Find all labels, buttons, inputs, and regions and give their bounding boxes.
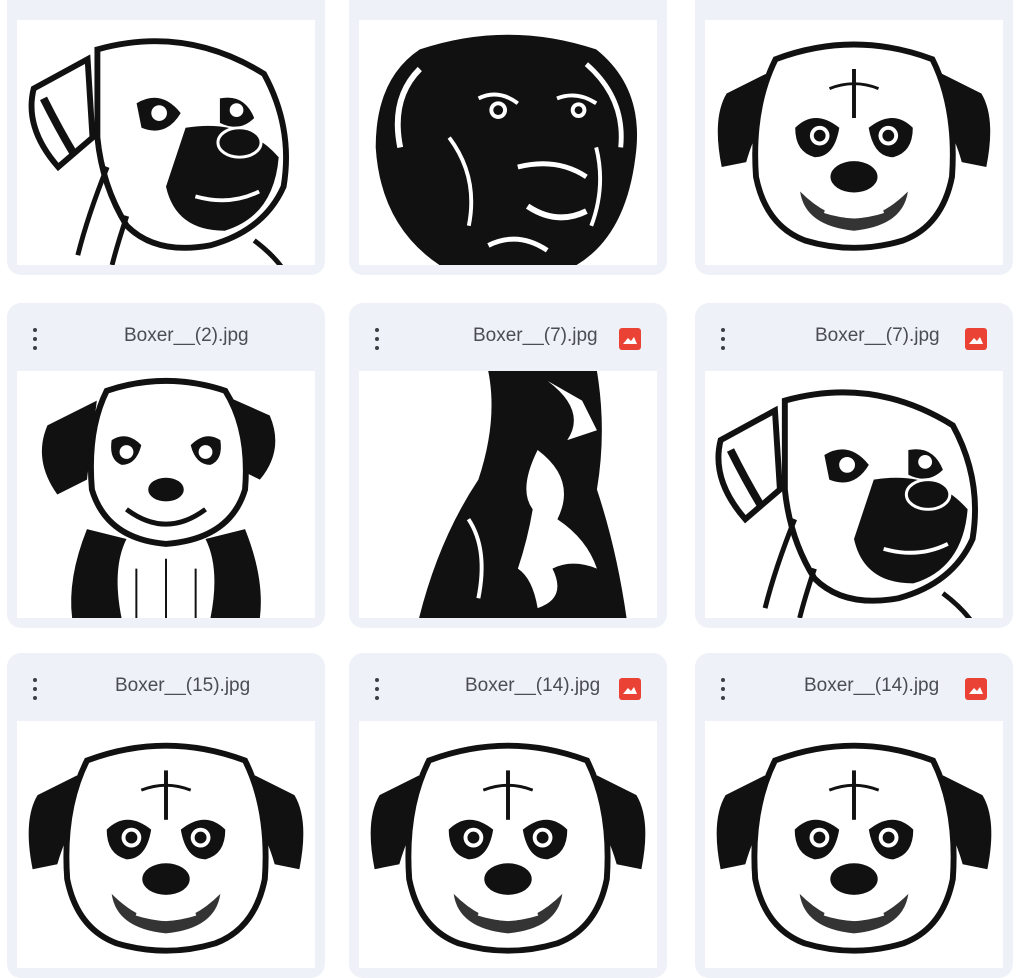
file-card[interactable]: Boxer__(2).jpg bbox=[7, 303, 325, 628]
file-card[interactable] bbox=[7, 0, 325, 275]
file-thumbnail[interactable] bbox=[17, 721, 315, 968]
boxer-image bbox=[705, 721, 1003, 968]
file-card[interactable]: Boxer__(14).jpg bbox=[349, 653, 667, 978]
image-icon bbox=[965, 328, 987, 350]
file-card[interactable]: Boxer__(7).jpg bbox=[695, 303, 1013, 628]
image-icon bbox=[619, 678, 641, 700]
file-card-header: Boxer__(14).jpg bbox=[695, 653, 1013, 721]
file-thumbnail[interactable] bbox=[705, 371, 1003, 618]
more-options-icon[interactable] bbox=[369, 678, 385, 700]
file-name[interactable]: Boxer__(15).jpg bbox=[115, 675, 250, 697]
file-name[interactable]: Boxer__(2).jpg bbox=[124, 325, 249, 347]
file-card-header: Boxer__(2).jpg bbox=[7, 303, 325, 371]
file-thumbnail[interactable] bbox=[705, 20, 1003, 265]
boxer-image bbox=[17, 721, 315, 968]
file-card[interactable]: Boxer__(7).jpg bbox=[349, 303, 667, 628]
boxer-image bbox=[359, 20, 657, 265]
boxer-image bbox=[17, 371, 315, 618]
file-name[interactable]: Boxer__(14).jpg bbox=[465, 675, 600, 697]
file-card[interactable]: Boxer__(15).jpg bbox=[7, 653, 325, 978]
file-name[interactable]: Boxer__(14).jpg bbox=[804, 675, 939, 697]
more-options-icon[interactable] bbox=[27, 678, 43, 700]
boxer-image bbox=[705, 371, 1003, 618]
file-name[interactable]: Boxer__(7).jpg bbox=[815, 325, 940, 347]
image-icon bbox=[619, 328, 641, 350]
file-thumbnail[interactable] bbox=[359, 721, 657, 968]
file-thumbnail[interactable] bbox=[17, 20, 315, 265]
more-options-icon[interactable] bbox=[715, 678, 731, 700]
file-thumbnail[interactable] bbox=[17, 371, 315, 618]
file-name[interactable]: Boxer__(7).jpg bbox=[473, 325, 598, 347]
file-card-header: Boxer__(7).jpg bbox=[349, 303, 667, 371]
image-icon bbox=[965, 678, 987, 700]
file-card[interactable] bbox=[695, 0, 1013, 275]
file-card[interactable] bbox=[349, 0, 667, 275]
boxer-image bbox=[17, 20, 315, 265]
more-options-icon[interactable] bbox=[27, 328, 43, 350]
more-options-icon[interactable] bbox=[369, 328, 385, 350]
file-thumbnail[interactable] bbox=[705, 721, 1003, 968]
more-options-icon[interactable] bbox=[715, 328, 731, 350]
file-card[interactable]: Boxer__(14).jpg bbox=[695, 653, 1013, 978]
boxer-image bbox=[705, 20, 1003, 265]
boxer-image bbox=[417, 371, 629, 618]
file-card-header: Boxer__(14).jpg bbox=[349, 653, 667, 721]
file-thumbnail[interactable] bbox=[359, 371, 657, 618]
boxer-image bbox=[359, 721, 657, 968]
file-card-header: Boxer__(15).jpg bbox=[7, 653, 325, 721]
file-thumbnail[interactable] bbox=[359, 20, 657, 265]
file-card-header: Boxer__(7).jpg bbox=[695, 303, 1013, 371]
